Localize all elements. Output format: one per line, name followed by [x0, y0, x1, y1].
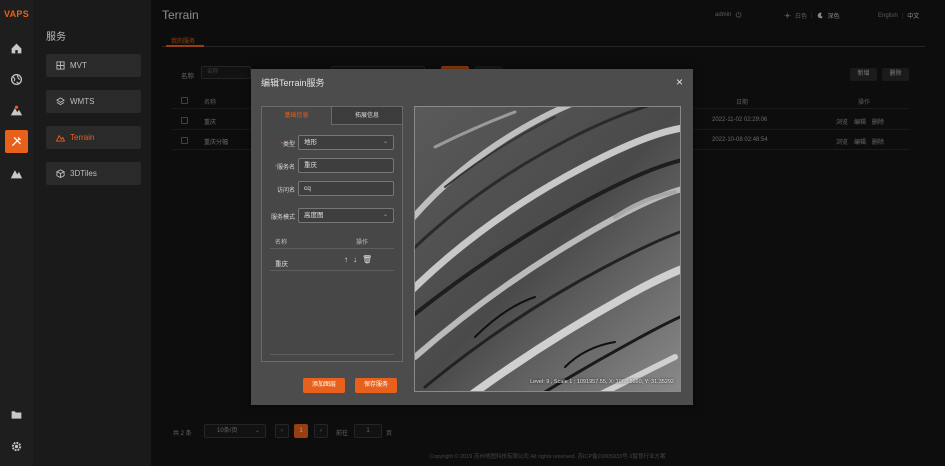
rail-terrain[interactable]: [5, 99, 28, 122]
close-icon[interactable]: ×: [676, 75, 683, 89]
sidebar-item-mvt[interactable]: MVT: [46, 54, 141, 77]
add-layer-button[interactable]: 添加图层: [303, 378, 345, 393]
tab-extended-info[interactable]: 拓展信息: [332, 107, 402, 125]
rail-folder[interactable]: [5, 403, 28, 426]
arrow-down-icon[interactable]: ↓: [353, 255, 357, 265]
rail-globe[interactable]: [5, 68, 28, 91]
layer-col-ops: 操作: [356, 240, 369, 246]
type-value: 地形: [304, 139, 317, 146]
terrain-icon: [56, 134, 65, 142]
alias-input[interactable]: cq: [298, 181, 394, 196]
layer-row-ops: ↑ ↓ 🗑: [344, 255, 372, 265]
rail-mountain[interactable]: [5, 162, 28, 185]
brand-logo: VAPS: [4, 9, 30, 19]
table-divider: [270, 270, 394, 271]
layer-row-name: 重庆: [275, 261, 288, 268]
terrain-map-preview[interactable]: Level: 9 , Scale 1 : 1091957.55, X: 106.…: [414, 106, 681, 392]
mode-label: 服务模式: [270, 215, 295, 221]
sidebar-item-label: WMTS: [70, 97, 95, 106]
type-select[interactable]: 地形 ⌄: [298, 135, 394, 150]
mountain-icon: [10, 170, 23, 179]
tools-icon: [11, 136, 22, 147]
dialog-title: 编辑Terrain服务: [261, 78, 325, 88]
table-divider: [270, 354, 394, 355]
layer-col-name: 名称: [275, 240, 288, 246]
trash-icon[interactable]: 🗑: [362, 255, 372, 265]
sidebar-item-label: Terrain: [70, 133, 95, 142]
app-root: VAPS 服务 MVT WMTS Terrain 3DTiles Terrain…: [0, 0, 945, 466]
service-sidebar: 服务 MVT WMTS Terrain 3DTiles: [33, 0, 151, 466]
chevron-down-icon: ⌄: [382, 212, 388, 218]
sidebar-item-3dtiles[interactable]: 3DTiles: [46, 162, 141, 185]
mode-value: 高度图: [304, 212, 324, 219]
home-icon: [11, 43, 22, 54]
globe-icon: [10, 73, 23, 86]
sidebar-item-wmts[interactable]: WMTS: [46, 90, 141, 113]
terrain-hillshade-image: [415, 107, 680, 391]
folder-icon: [11, 411, 22, 419]
cube-icon: [56, 169, 65, 178]
rail-tools[interactable]: [5, 130, 28, 153]
icon-rail: VAPS: [0, 0, 33, 466]
edit-terrain-dialog: 编辑Terrain服务 × 基础信息 拓展信息 *类型 地形 ⌄ *服务名 重庆 …: [251, 69, 693, 405]
sidebar-item-label: 3DTiles: [70, 169, 97, 178]
map-status-readout: Level: 9 , Scale 1 : 1091957.55, X: 106.…: [530, 379, 674, 385]
tile-icon: [56, 61, 65, 70]
mode-select[interactable]: 高度图 ⌄: [298, 208, 394, 223]
arrow-up-icon[interactable]: ↑: [344, 255, 348, 265]
table-divider: [270, 248, 394, 249]
sidebar-item-terrain[interactable]: Terrain: [46, 126, 141, 149]
layers-icon: [56, 97, 65, 106]
save-service-button[interactable]: 保存服务: [355, 378, 397, 393]
service-sidebar-title: 服务: [46, 32, 66, 43]
rail-home[interactable]: [5, 37, 28, 60]
type-label: *类型: [280, 142, 295, 148]
service-name-label: *服务名: [274, 165, 295, 171]
terrain-mountain-icon: [10, 105, 23, 116]
alias-label: 访问名: [276, 188, 295, 194]
sidebar-item-label: MVT: [70, 61, 87, 70]
service-name-input[interactable]: 重庆: [298, 158, 394, 173]
form-panel: 基础信息 拓展信息 *类型 地形 ⌄ *服务名 重庆 访问名 cq 服务模式 高度…: [261, 106, 403, 362]
tab-basic-info[interactable]: 基础信息: [262, 107, 332, 125]
chevron-down-icon: ⌄: [382, 139, 388, 145]
